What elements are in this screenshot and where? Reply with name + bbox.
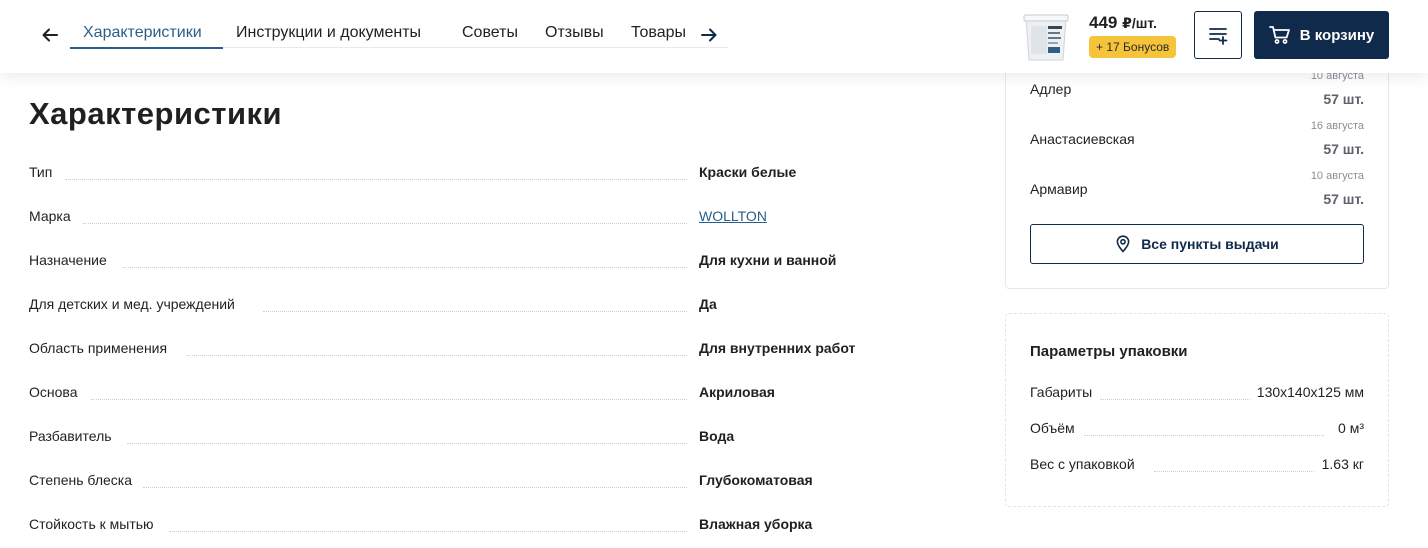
- location-pin-icon: [1116, 235, 1130, 253]
- tab-tips[interactable]: Советы: [462, 14, 518, 48]
- spec-row: Стойкость к мытью Влажная уборка: [29, 516, 869, 538]
- tabs-scroll-left-button[interactable]: [37, 22, 63, 48]
- add-to-cart-label: В корзину: [1299, 26, 1375, 44]
- spec-value: Да: [699, 296, 717, 312]
- spec-label: Область применения: [29, 340, 178, 356]
- spec-row: Область применения Для внутренних работ: [29, 340, 869, 362]
- spec-value: Глубокоматовая: [699, 472, 813, 488]
- bonus-badge: + 17 Бонусов: [1089, 36, 1177, 58]
- spec-row: Разбавитель Вода: [29, 428, 869, 450]
- package-parameters-card: Параметры упаковки Габариты 130x140x125 …: [1005, 313, 1389, 507]
- all-pickup-points-label: Все пункты выдачи: [1141, 236, 1279, 252]
- product-thumbnail[interactable]: [1018, 10, 1074, 64]
- spec-label: Степень блеска: [29, 472, 142, 488]
- spec-row: Для детских и мед. учреждений Да: [29, 296, 869, 318]
- tab-reviews[interactable]: Отзывы: [545, 14, 604, 48]
- tab-products[interactable]: Товары: [631, 14, 686, 48]
- cart-icon: [1268, 26, 1290, 44]
- spec-label: Основа: [29, 384, 88, 400]
- spec-value: Краски белые: [699, 164, 797, 180]
- spec-label: Назначение: [29, 252, 117, 268]
- spec-row: Основа Акриловая: [29, 384, 869, 406]
- spec-label: Марка: [29, 208, 81, 224]
- spec-value: Вода: [699, 428, 735, 444]
- spec-row: Назначение Для кухни и ванной: [29, 252, 869, 274]
- city-date: 16 августа: [1310, 120, 1364, 132]
- spec-value: Акриловая: [699, 384, 775, 400]
- spec-dots: [83, 223, 687, 224]
- tab-instructions[interactable]: Инструкции и документы: [236, 14, 421, 48]
- spec-label: Стойкость к мытью: [29, 516, 164, 532]
- spec-value: Для кухни и ванной: [699, 252, 837, 268]
- product-price: 449 ₽/шт.: [1089, 13, 1157, 33]
- spec-row: Степень блеска Глубокоматовая: [29, 472, 869, 494]
- package-title: Параметры упаковки: [1030, 343, 1188, 360]
- tabs-scroll-right-button[interactable]: [696, 22, 722, 48]
- city-date: 10 августа: [1310, 170, 1364, 182]
- spec-dots: [143, 487, 687, 488]
- tab-characteristics[interactable]: Характеристики: [83, 14, 202, 48]
- package-dots: [1154, 471, 1314, 472]
- package-label: Габариты: [1030, 384, 1099, 400]
- spec-label: Тип: [29, 164, 63, 180]
- package-label: Вес с упаковкой: [1030, 456, 1141, 472]
- pickup-points-card: 10 августа Адлер 57 шт. 16 августа Анаст…: [1005, 40, 1389, 289]
- city-quantity: 57 шт.: [1323, 141, 1364, 157]
- package-dots: [1100, 399, 1250, 400]
- arrow-left-icon: [42, 28, 58, 42]
- package-row: Объём 0 м³: [1030, 420, 1364, 440]
- spec-dots: [169, 531, 687, 532]
- specs-title: Характеристики: [29, 96, 283, 131]
- city-name: Анастасиевская: [1030, 131, 1135, 147]
- city-quantity: 57 шт.: [1323, 91, 1364, 107]
- spec-label: Для детских и мед. учреждений: [29, 296, 245, 312]
- spec-dots: [65, 179, 687, 180]
- spec-dots: [123, 267, 687, 268]
- package-value: 130x140x125 мм: [1250, 384, 1364, 400]
- spec-dots: [127, 443, 687, 444]
- add-to-cart-button[interactable]: В корзину: [1254, 11, 1389, 59]
- sticky-header: Характеристики Инструкции и документы Со…: [0, 0, 1428, 73]
- arrow-right-icon: [701, 28, 717, 42]
- spec-row: Тип Краски белые: [29, 164, 869, 186]
- spec-dots: [187, 355, 687, 356]
- spec-value: Влажная уборка: [699, 516, 813, 532]
- tabs-bar: Характеристики Инструкции и документы Со…: [70, 14, 728, 49]
- compare-button[interactable]: [1194, 11, 1242, 59]
- package-row: Габариты 130x140x125 мм: [1030, 384, 1364, 404]
- city-quantity: 57 шт.: [1323, 191, 1364, 207]
- package-value: 1.63 кг: [1315, 456, 1364, 472]
- active-tab-indicator: [70, 47, 223, 49]
- package-row: Вес с упаковкой 1.63 кг: [1030, 456, 1364, 476]
- package-label: Объём: [1030, 420, 1081, 436]
- city-name: Армавир: [1030, 181, 1088, 197]
- brand-link[interactable]: WOLLTON: [699, 208, 767, 224]
- all-pickup-points-button[interactable]: Все пункты выдачи: [1030, 224, 1364, 264]
- spec-label: Разбавитель: [29, 428, 122, 444]
- spec-row: Марка WOLLTON: [29, 208, 869, 230]
- spec-dots: [263, 311, 687, 312]
- spec-dots: [91, 399, 687, 400]
- package-value: 0 м³: [1332, 420, 1364, 436]
- price-value: 449: [1089, 13, 1118, 32]
- price-unit: ₽/шт.: [1122, 15, 1157, 31]
- spec-value: Для внутренних работ: [699, 340, 856, 356]
- package-dots: [1084, 435, 1324, 436]
- city-name: Адлер: [1030, 81, 1072, 97]
- add-to-list-icon: [1209, 28, 1228, 45]
